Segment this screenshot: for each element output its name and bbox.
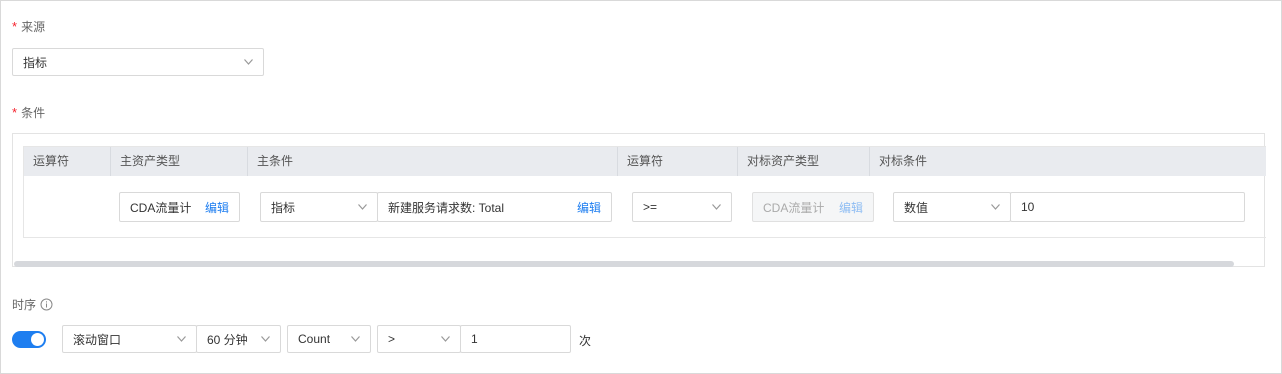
horizontal-scrollbar[interactable] <box>14 261 1234 267</box>
column-header-main-asset-type: 主资产类型 <box>111 147 248 176</box>
chevron-down-icon <box>358 204 367 210</box>
window-size-value: 60 分钟 <box>207 332 248 347</box>
main-condition-type-select[interactable]: 指标 <box>260 192 378 222</box>
chevron-down-icon <box>441 336 450 342</box>
main-asset-name: CDA流量计 <box>130 200 192 215</box>
main-condition-type-value: 指标 <box>271 200 296 215</box>
threshold-unit: 次 <box>579 334 592 348</box>
benchmark-asset-edit-link[interactable]: 编辑 <box>839 199 863 216</box>
chevron-down-icon <box>261 336 270 342</box>
main-condition-metric-name: 新建服务请求数: Total <box>388 200 505 215</box>
rule-editor-panel: * 来源 指标 * 条件 运算符 主资产类型 主条件 运算符 对标资产类型 对标… <box>0 0 1282 374</box>
threshold-value: 1 <box>471 332 478 346</box>
aggregation-select[interactable]: Count <box>287 325 371 353</box>
timing-toggle[interactable] <box>12 331 46 348</box>
main-asset-edit-link[interactable]: 编辑 <box>205 199 229 216</box>
main-condition-edit-link[interactable]: 编辑 <box>577 199 601 216</box>
timing-label-text: 时序 <box>12 298 37 312</box>
comparator-value: > <box>388 332 396 346</box>
benchmark-asset-name: CDA流量计 <box>763 200 825 215</box>
source-label-text: 来源 <box>21 20 46 34</box>
window-type-value: 滚动窗口 <box>73 332 122 347</box>
aggregation-value: Count <box>298 332 331 346</box>
comparator-select[interactable]: > <box>377 325 461 353</box>
condition-label-text: 条件 <box>21 106 46 120</box>
main-condition-metric-chip: 新建服务请求数: Total 编辑 <box>377 192 612 222</box>
chevron-down-icon <box>177 336 186 342</box>
benchmark-condition-type-select[interactable]: 数值 <box>893 192 1011 222</box>
column-header-operator: 运算符 <box>24 147 111 176</box>
benchmark-asset-chip: CDA流量计 编辑 <box>752 192 874 222</box>
condition-table-header: 运算符 主资产类型 主条件 运算符 对标资产类型 对标条件 <box>24 147 1266 176</box>
chevron-down-icon <box>991 204 1000 210</box>
chevron-down-icon <box>351 336 360 342</box>
operator-select[interactable]: >= <box>632 192 732 222</box>
benchmark-value-input[interactable]: 10 <box>1010 192 1245 222</box>
required-mark: * <box>12 105 18 120</box>
threshold-input[interactable]: 1 <box>460 325 571 353</box>
info-icon[interactable] <box>40 298 53 311</box>
condition-table-container: 运算符 主资产类型 主条件 运算符 对标资产类型 对标条件 CDA流量计 编辑 … <box>12 133 1266 267</box>
chevron-down-icon <box>244 59 253 65</box>
column-header-main-condition: 主条件 <box>248 147 618 176</box>
column-header-operator-2: 运算符 <box>618 147 738 176</box>
window-type-select[interactable]: 滚动窗口 <box>62 325 197 353</box>
column-header-benchmark-condition: 对标条件 <box>879 154 928 168</box>
main-asset-chip: CDA流量计 编辑 <box>119 192 240 222</box>
source-label: * 来源 <box>12 18 45 35</box>
operator-select-value: >= <box>643 200 658 214</box>
condition-table: 运算符 主资产类型 主条件 运算符 对标资产类型 对标条件 CDA流量计 编辑 … <box>23 146 1266 238</box>
timing-label: 时序 <box>12 296 53 313</box>
source-select-value: 指标 <box>23 55 48 70</box>
column-header-benchmark-asset-type: 对标资产类型 <box>738 147 870 176</box>
condition-label: * 条件 <box>12 104 45 121</box>
source-select[interactable]: 指标 <box>12 48 264 76</box>
window-size-select[interactable]: 60 分钟 <box>196 325 281 353</box>
benchmark-condition-type-value: 数值 <box>904 200 929 215</box>
chevron-down-icon <box>712 204 721 210</box>
benchmark-value-text: 10 <box>1021 200 1035 214</box>
toggle-knob <box>31 333 44 346</box>
required-mark: * <box>12 19 18 34</box>
